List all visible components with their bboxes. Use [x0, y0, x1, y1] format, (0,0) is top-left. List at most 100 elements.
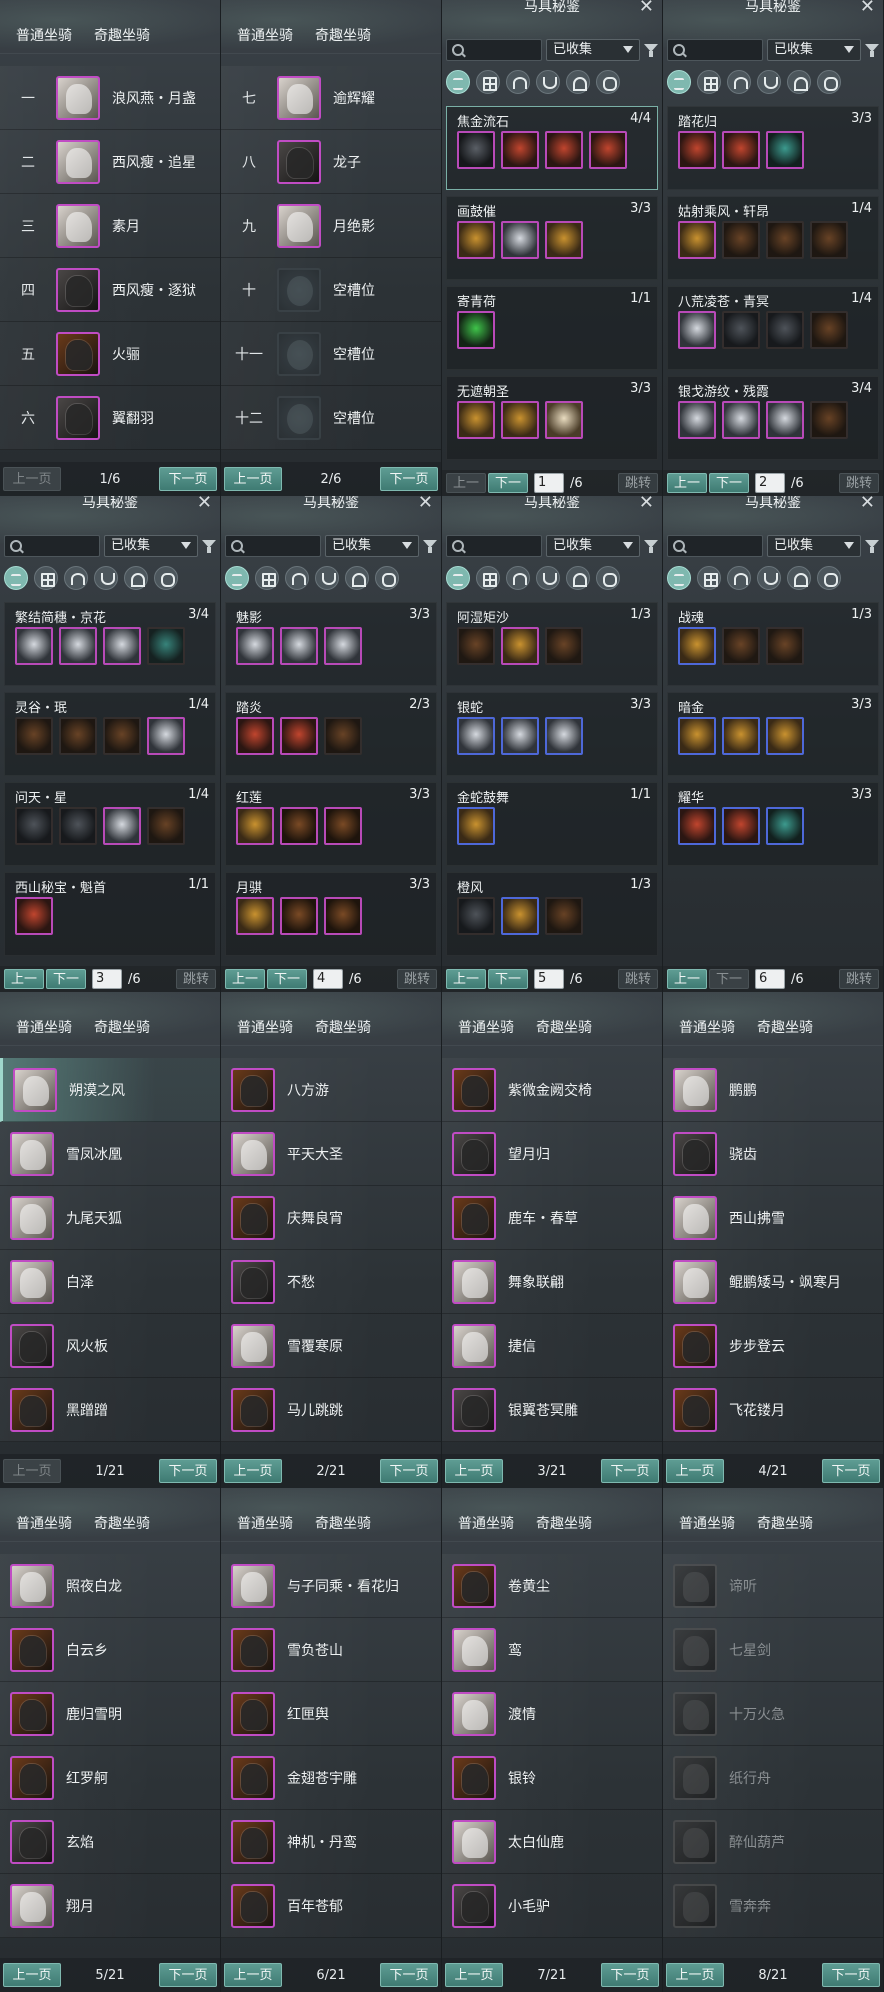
tack-set[interactable]: 寄青荷 1/1 [446, 286, 658, 370]
rein-icon[interactable] [375, 566, 399, 590]
mount-row[interactable]: 雪凤冰凰 [0, 1122, 220, 1186]
mount-slot-row[interactable]: 六 翼翻羽 [0, 386, 220, 450]
mount-row[interactable]: 望月归 [442, 1122, 662, 1186]
horseshoe-icon[interactable] [787, 566, 811, 590]
mount-row[interactable]: 步步登云 [663, 1314, 883, 1378]
tack-item[interactable] [457, 221, 495, 259]
tab-normal-mounts[interactable]: 普通坐骑 [16, 1017, 72, 1041]
search-input[interactable] [667, 39, 763, 61]
next-page-button[interactable]: 下一页 [600, 1963, 659, 1987]
tab-fun-mounts[interactable]: 奇趣坐骑 [757, 1513, 813, 1537]
rein-icon[interactable] [817, 566, 841, 590]
filter-icon[interactable] [202, 539, 216, 553]
mount-row[interactable]: 照夜白龙 [0, 1554, 220, 1618]
mount-row-locked[interactable]: 纸行舟 [663, 1746, 883, 1810]
mount-row[interactable]: 庆舞良宵 [221, 1186, 441, 1250]
mount-row[interactable]: 白云乡 [0, 1618, 220, 1682]
page-input[interactable]: 6 [755, 969, 785, 989]
mount-row-locked[interactable]: 雪奔奔 [663, 1874, 883, 1938]
page-input[interactable]: 5 [534, 969, 564, 989]
tack-item[interactable] [678, 807, 716, 845]
tack-set[interactable]: 战魂 1/3 [667, 602, 879, 686]
tack-item[interactable] [766, 131, 804, 169]
filter-icon[interactable] [865, 43, 879, 57]
mount-row-selected[interactable]: 朔漠之风 [0, 1058, 220, 1122]
next-page-button[interactable]: 下一页 [46, 969, 86, 989]
tack-item[interactable] [15, 627, 53, 665]
armor-icon[interactable] [757, 70, 781, 94]
mount-slot-row[interactable]: 一 浪风燕・月盏 [0, 66, 220, 130]
mount-slot-row[interactable]: 十 空槽位 [221, 258, 441, 322]
tack-item[interactable] [59, 807, 97, 845]
tab-fun-mounts[interactable]: 奇趣坐骑 [94, 25, 150, 49]
collection-filter-select[interactable]: 已收集 [546, 39, 640, 61]
tab-fun-mounts[interactable]: 奇趣坐骑 [536, 1513, 592, 1537]
prev-page-button[interactable]: 上一页 [667, 969, 707, 989]
tack-item[interactable] [15, 717, 53, 755]
collection-filter-select[interactable]: 已收集 [767, 535, 861, 557]
tack-item[interactable] [766, 401, 804, 439]
prev-page-button[interactable]: 上一页 [3, 1963, 61, 1987]
saddle-icon[interactable] [506, 566, 530, 590]
tack-set[interactable]: 橙风 1/3 [446, 872, 658, 956]
tack-item[interactable] [236, 627, 274, 665]
prev-page-button[interactable]: 上一页 [225, 969, 265, 989]
mount-row[interactable]: 骁齿 [663, 1122, 883, 1186]
jump-button[interactable]: 跳转 [618, 969, 658, 989]
list-view-icon[interactable] [4, 566, 28, 590]
tack-item[interactable] [678, 221, 716, 259]
tab-fun-mounts[interactable]: 奇趣坐骑 [536, 1017, 592, 1041]
prev-page-button[interactable]: 上一页 [446, 969, 486, 989]
mount-row[interactable]: 鲲鹏矮马・飒寒月 [663, 1250, 883, 1314]
tab-fun-mounts[interactable]: 奇趣坐骑 [315, 25, 371, 49]
close-icon[interactable]: ✕ [197, 496, 212, 512]
tack-item[interactable] [678, 627, 716, 665]
mount-row[interactable]: 玄焰 [0, 1810, 220, 1874]
tack-item[interactable] [280, 897, 318, 935]
close-icon[interactable]: ✕ [639, 0, 654, 16]
horseshoe-icon[interactable] [566, 70, 590, 94]
prev-page-button[interactable]: 上一页 [446, 473, 486, 493]
tack-set[interactable]: 问天・星 1/4 [4, 782, 216, 866]
tack-item[interactable] [766, 627, 804, 665]
tack-item[interactable] [147, 807, 185, 845]
saddle-icon[interactable] [285, 566, 309, 590]
mount-row[interactable]: 不愁 [221, 1250, 441, 1314]
mount-row[interactable]: 风火板 [0, 1314, 220, 1378]
mount-row[interactable]: 鹏鹏 [663, 1058, 883, 1122]
mount-row[interactable]: 渡情 [442, 1682, 662, 1746]
tack-set[interactable]: 金蛇鼓舞 1/1 [446, 782, 658, 866]
armor-icon[interactable] [757, 566, 781, 590]
mount-slot-row[interactable]: 三 素月 [0, 194, 220, 258]
tack-item[interactable] [59, 627, 97, 665]
mount-slot-row[interactable]: 十一 空槽位 [221, 322, 441, 386]
saddle-icon[interactable] [727, 566, 751, 590]
close-icon[interactable]: ✕ [639, 496, 654, 512]
tack-item[interactable] [766, 311, 804, 349]
next-page-button[interactable]: 下一页 [488, 473, 528, 493]
tack-item[interactable] [280, 627, 318, 665]
mount-row[interactable]: 八方游 [221, 1058, 441, 1122]
next-page-button[interactable]: 下一页 [709, 969, 749, 989]
tack-item[interactable] [589, 131, 627, 169]
tack-set[interactable]: 八荒凌苍・青冥 1/4 [667, 286, 879, 370]
tack-item[interactable] [501, 131, 539, 169]
mount-row[interactable]: 平天大圣 [221, 1122, 441, 1186]
mount-row[interactable]: 金翅苍宇雕 [221, 1746, 441, 1810]
tab-fun-mounts[interactable]: 奇趣坐骑 [315, 1513, 371, 1537]
prev-page-button[interactable]: 上一页 [224, 1459, 282, 1483]
armor-icon[interactable] [315, 566, 339, 590]
mount-row[interactable]: 神机・丹鸾 [221, 1810, 441, 1874]
list-view-icon[interactable] [446, 70, 470, 94]
mount-slot-row[interactable]: 四 西风瘦・逐狱 [0, 258, 220, 322]
jump-button[interactable]: 跳转 [397, 969, 437, 989]
collection-filter-select[interactable]: 已收集 [546, 535, 640, 557]
jump-button[interactable]: 跳转 [176, 969, 216, 989]
tack-item[interactable] [280, 717, 318, 755]
tack-item[interactable] [810, 311, 848, 349]
prev-page-button[interactable]: 上一页 [445, 1963, 503, 1987]
mount-row[interactable]: 百年苍郁 [221, 1874, 441, 1938]
tack-item[interactable] [545, 897, 583, 935]
next-page-button[interactable]: 下一页 [158, 1459, 217, 1483]
tack-item[interactable] [810, 221, 848, 259]
